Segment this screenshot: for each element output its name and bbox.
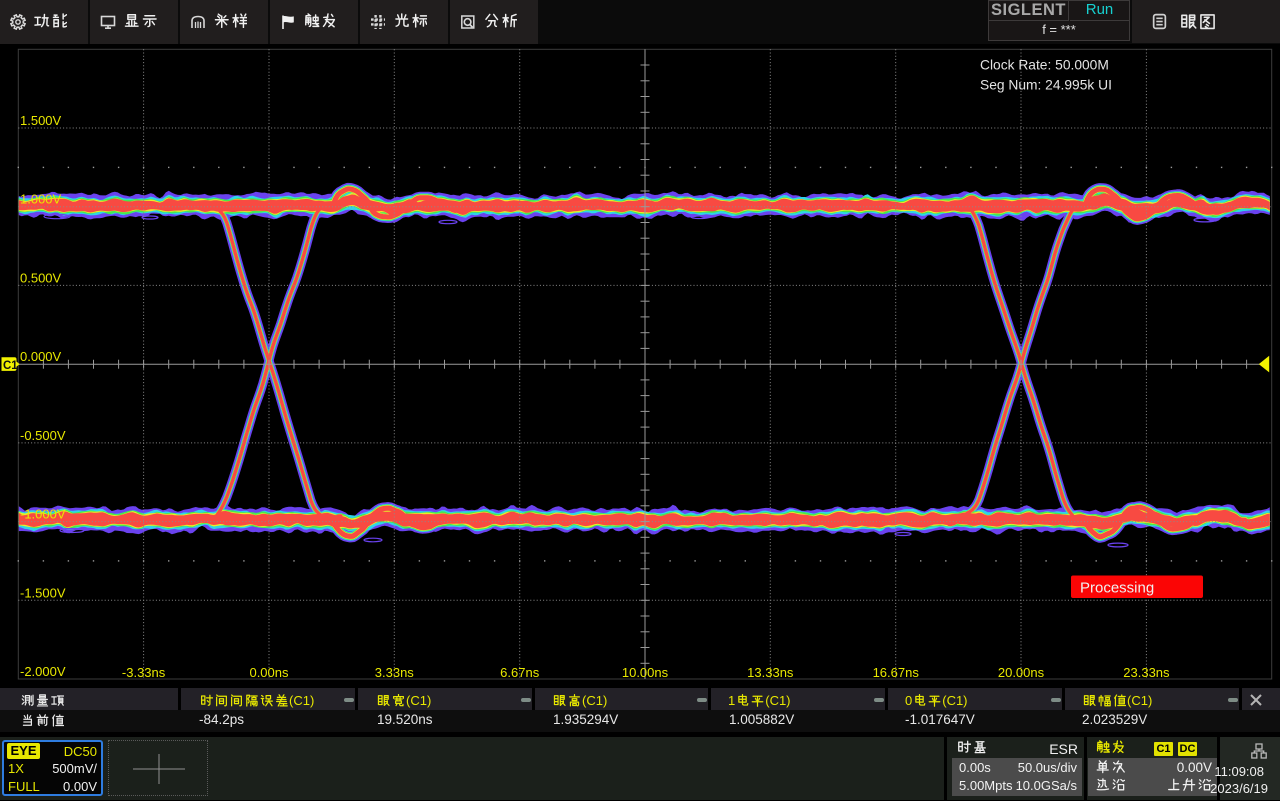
svg-text:-1.000V: -1.000V xyxy=(20,507,66,522)
svg-text:Clock Rate: 50.000M: Clock Rate: 50.000M xyxy=(980,58,1109,73)
svg-text:10.00ns: 10.00ns xyxy=(622,665,669,680)
svg-text:20.00ns: 20.00ns xyxy=(998,665,1045,680)
svg-text:Processing: Processing xyxy=(1080,580,1154,597)
svg-text:0.000V: 0.000V xyxy=(20,349,62,364)
svg-text:-3.33ns: -3.33ns xyxy=(122,665,166,680)
svg-text:3.33ns: 3.33ns xyxy=(375,665,415,680)
svg-text:1.000V: 1.000V xyxy=(20,192,62,207)
svg-text:16.67ns: 16.67ns xyxy=(873,665,920,680)
svg-text:0.00ns: 0.00ns xyxy=(249,665,289,680)
svg-text:-0.500V: -0.500V xyxy=(20,428,66,443)
svg-text:C1: C1 xyxy=(3,360,18,372)
svg-text:0.500V: 0.500V xyxy=(20,270,62,285)
svg-text:23.33ns: 23.33ns xyxy=(1123,665,1170,680)
svg-text:13.33ns: 13.33ns xyxy=(747,665,794,680)
svg-text:-2.000V: -2.000V xyxy=(20,664,66,679)
svg-text:6.67ns: 6.67ns xyxy=(500,665,540,680)
svg-text:1.500V: 1.500V xyxy=(20,113,62,128)
svg-text:-1.500V: -1.500V xyxy=(20,585,66,600)
svg-text:Seg Num: 24.995k UI: Seg Num: 24.995k UI xyxy=(980,78,1112,93)
